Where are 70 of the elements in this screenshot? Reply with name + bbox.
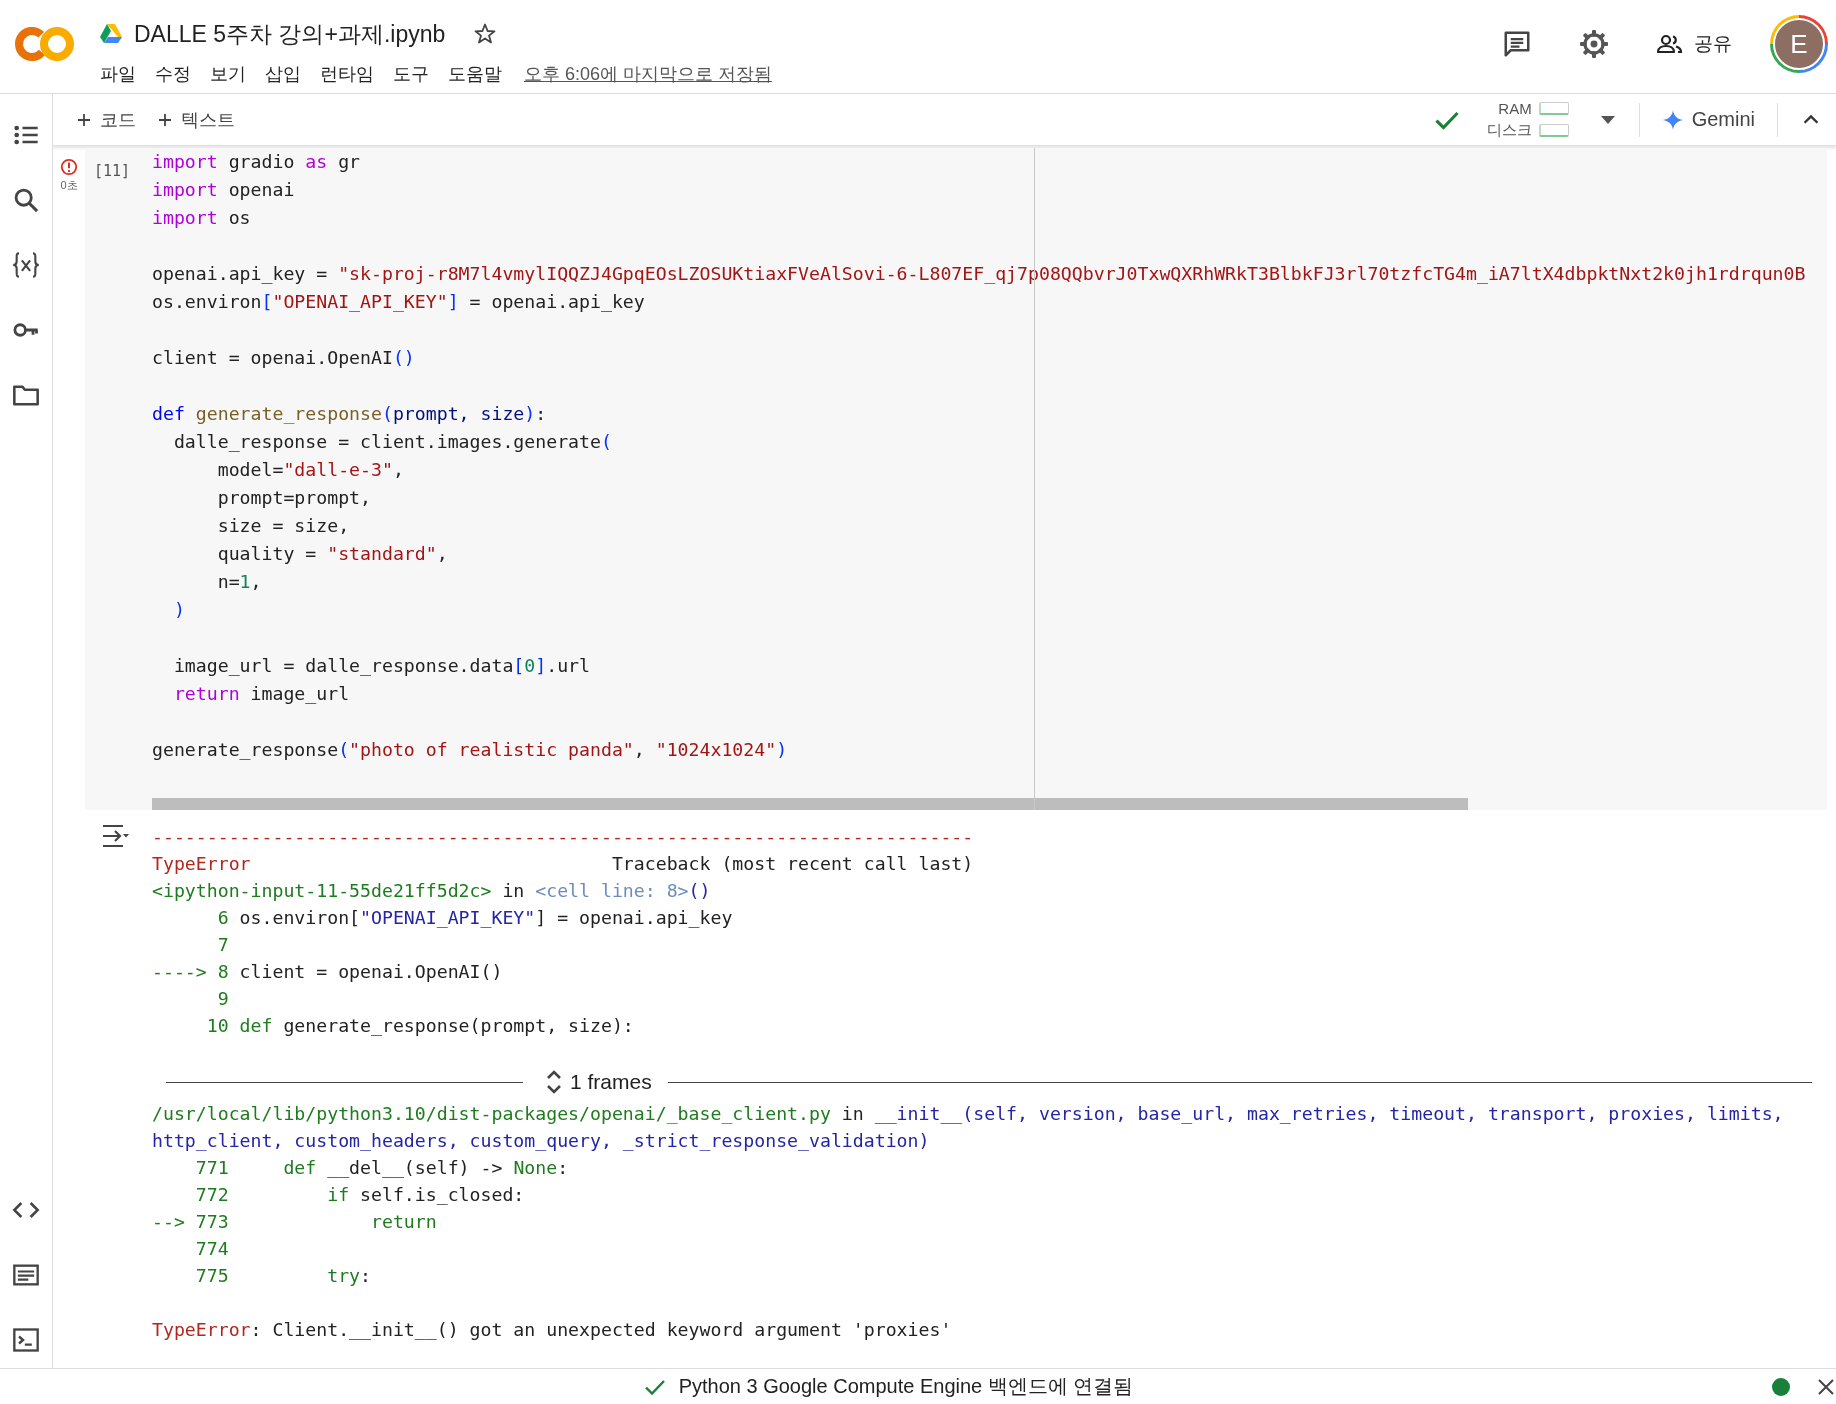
code-line: os.environ["OPENAI_API_KEY"] = openai.api_key [152, 290, 645, 314]
close-icon[interactable] [1816, 1376, 1836, 1397]
share-button[interactable]: 공유 [1656, 31, 1732, 57]
code-line: generate_response("photo of realistic panda", "1024x1024") [152, 738, 788, 762]
code-line: import openai [152, 178, 295, 202]
resource-label: 디스크 [1486, 120, 1532, 140]
expand-icon [546, 1069, 562, 1095]
traceback-line: 772 if self.is_closed: [194, 1183, 525, 1207]
traceback-line: 6 os.environ["OPENAI_API_KEY"] = openai.api_key [216, 906, 733, 930]
traceback-line: http_client, custom_headers, custom_query, _strict_response_validation) [152, 1129, 930, 1153]
code-line: size = size, [216, 514, 350, 538]
error-icon[interactable] [60, 158, 78, 176]
traceback-line: 10 def generate_response(prompt, size): [205, 1014, 634, 1038]
code-line: return image_url [172, 682, 350, 706]
people-icon [1656, 32, 1684, 56]
traceback-line: 775 try: [194, 1264, 371, 1288]
traceback-line: 7 [216, 933, 229, 957]
avatar[interactable]: E [1773, 18, 1825, 70]
add-cell-button[interactable]: 텍스트 [158, 107, 235, 132]
search-icon[interactable] [12, 186, 40, 214]
resource-label: RAM [1497, 99, 1532, 117]
traceback-line: <ipython-input-11-55de21ff5d2c> in <cell line: 8>() [152, 879, 711, 903]
execution-count: [11] [93, 161, 131, 180]
plus-icon [158, 112, 172, 127]
traceback-line: ----> 8 client = openai.OpenAI() [152, 960, 503, 984]
connection-dot [1772, 1377, 1790, 1396]
gemini-button[interactable]: Gemini [1661, 108, 1755, 131]
code-line: import os [152, 206, 251, 230]
menu-item[interactable]: 도움말 [448, 62, 510, 86]
add-cell-button[interactable]: 코드 [77, 107, 136, 132]
drive-icon[interactable] [100, 24, 122, 44]
traceback-line: 771 def __del__(self) -> None: [194, 1156, 569, 1180]
traceback-line: 9 [216, 987, 229, 1011]
code-line: def generate_response(prompt, size): [152, 402, 547, 426]
menu-item[interactable]: 파일 [100, 62, 144, 86]
code-line: image_url = dalle_response.data[0].url [172, 654, 590, 678]
notebook-title[interactable]: DALLE 5주차 강의+과제.ipynb [134, 18, 446, 50]
status-message: Python 3 Google Compute Engine 백엔드에 연결됨 [678, 1374, 1134, 1399]
menu-item[interactable]: 보기 [210, 62, 254, 86]
dropdown-icon[interactable] [1598, 113, 1617, 126]
menu-item[interactable]: 수정 [155, 62, 199, 86]
code-line: dalle_response = client.images.generate( [172, 430, 612, 454]
code-line: n=1, [216, 570, 262, 594]
code-line: quality = "standard", [216, 542, 448, 566]
code-line: ) [172, 598, 185, 622]
variables-icon[interactable] [12, 251, 40, 279]
elapsed-time: 0초 [60, 178, 78, 193]
code-line: model="dall-e-3", [216, 458, 404, 482]
code-line: client = openai.OpenAI() [152, 346, 415, 370]
traceback-line: 774 [194, 1237, 229, 1261]
traceback-line: TypeError: Client.__init__() got an unexpected keyword argument 'proxies' [152, 1318, 952, 1342]
plus-icon [77, 112, 91, 127]
code-line: import gradio as gr [152, 150, 361, 174]
menu-item[interactable]: 런타임 [320, 62, 382, 86]
last-saved-link[interactable]: 오후 6:06에 마지막으로 저장됨 [524, 62, 773, 86]
traceback-line: /usr/local/lib/python3.10/dist-packages/openai/_base_client.py in __init__(self, version, base_url, max_retries, timeout, transport, proxies, limits, [152, 1102, 1784, 1126]
output-toggle-icon[interactable] [100, 823, 130, 849]
traceback-line: --> 773 return [152, 1210, 437, 1234]
traceback-line: --------------------------------------------------------------------------- [152, 825, 974, 849]
scrollbar[interactable] [152, 798, 1468, 810]
comment-icon[interactable] [1502, 29, 1532, 59]
code-line: prompt=prompt, [216, 486, 371, 510]
traceback-line: TypeError Traceback (most recent call last) [152, 852, 974, 876]
frames-toggle[interactable]: 1 frames [546, 1069, 652, 1095]
menu-item[interactable]: 삽입 [265, 62, 309, 86]
code-line: openai.api_key = "sk-proj-r8M7l4vmylIQQZJ4GpqEOsLZOSUKtiaxFVeAlSovi-6-L807EF_qj7p08QQbvrJ0TxwQXRhWRkT3BlbkFJ3rl70tzfcTG4m_iA7ltX4dbpktNxt2k0jh1rdrqun0B [152, 262, 1806, 286]
menu-item[interactable]: 도구 [393, 62, 437, 86]
settings-icon[interactable] [1578, 28, 1610, 60]
terminal-icon[interactable] [12, 1326, 40, 1354]
star-icon[interactable] [473, 22, 498, 46]
